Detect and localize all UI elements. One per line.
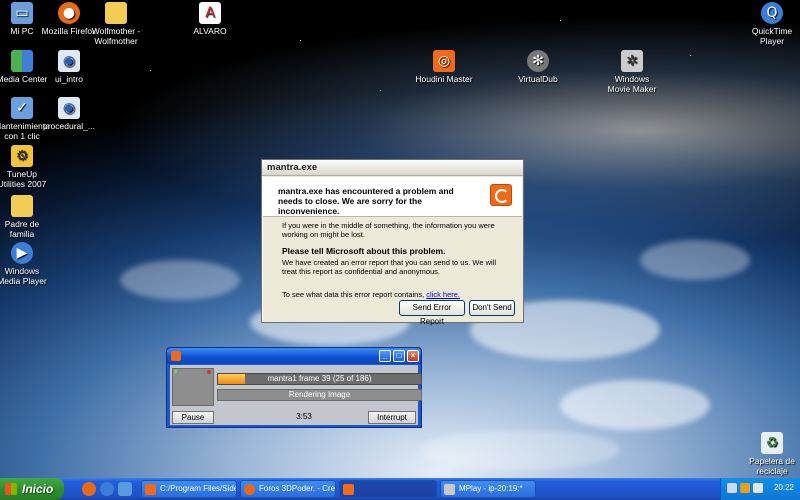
error-report-heading: Please tell Microsoft about this problem… — [282, 246, 446, 256]
dont-send-button[interactable]: Don't Send — [469, 300, 515, 316]
record-indicator-icon — [207, 370, 211, 374]
start-button[interactable]: Inicio — [0, 478, 64, 500]
shield-icon[interactable] — [740, 483, 750, 493]
movie-file-icon: ◉ — [58, 97, 80, 119]
taskbar-item-label: Foros 3DPoder. - Cre... — [259, 484, 336, 493]
quicklaunch-firefox-icon[interactable] — [82, 482, 96, 496]
error-see-data: To see what data this error report conta… — [282, 290, 512, 299]
taskbar-item-firefox[interactable]: Foros 3DPoder. - Cre... — [240, 480, 336, 498]
desktop-icon-houdini[interactable]: ◎ Houdini Master — [410, 50, 478, 84]
desktop-icon-procedural[interactable]: ◉ procedural_... — [35, 97, 103, 131]
desktop-icon-media-player[interactable]: ▶ Windows Media Player — [0, 242, 56, 286]
media-player-icon: ▶ — [11, 242, 33, 264]
close-button[interactable]: × — [407, 350, 419, 362]
desktop-icon-padre-de-familia[interactable]: Padre de familia — [0, 195, 56, 239]
taskbar-item-mantra[interactable] — [339, 480, 437, 498]
houdini-icon — [171, 351, 181, 361]
volume-icon[interactable] — [753, 483, 763, 493]
houdini-icon — [145, 484, 156, 495]
clock: 20:22 — [773, 483, 794, 492]
houdini-icon: ◎ — [433, 50, 455, 72]
desktop-icon-movie-maker[interactable]: ✲ Windows Movie Maker — [598, 50, 666, 94]
firefox-icon — [244, 484, 255, 495]
maximize-button[interactable]: □ — [393, 350, 405, 362]
windows-logo-icon — [5, 483, 17, 495]
render-progress-bar: mantra1 frame 39 (25 of 186) — [217, 373, 422, 385]
desktop-icon-virtualdub[interactable]: ✻ VirtualDub — [504, 50, 572, 84]
render-window-body: mantra1 frame 39 (25 of 186) Rendering I… — [170, 365, 422, 425]
taskbar-item-mplay[interactable]: MPlay - ip-20:19:* — [440, 480, 536, 498]
quicktime-icon: Q — [761, 2, 783, 24]
taskbar: Inicio C:/Program Files/Side... Foros 3D… — [0, 478, 800, 500]
error-dialog: mantra.exe mantra.exe has encountered a … — [261, 159, 524, 326]
movie-file-icon: ◉ — [58, 50, 80, 72]
desktop-icon-tuneup[interactable]: ⚙ TuneUp Utilities 2007 — [0, 145, 56, 189]
interrupt-button[interactable]: Interrupt — [368, 411, 416, 424]
render-progress-window: _ □ × mantra1 frame 39 (25 of 186) Rende… — [166, 347, 422, 428]
quicklaunch-explorer-icon[interactable] — [118, 482, 132, 496]
folder-icon — [105, 2, 127, 24]
maintenance-icon: ✓ — [11, 97, 33, 119]
render-thumbnail — [172, 368, 214, 406]
elapsed-time: 3:53 — [296, 412, 312, 421]
error-dialog-header: mantra.exe has encountered a problem and… — [263, 177, 522, 217]
render-progress-label: mantra1 frame 39 (25 of 186) — [267, 374, 372, 383]
houdini-icon — [343, 484, 354, 495]
pause-button[interactable]: Pause — [172, 411, 214, 424]
send-error-report-button[interactable]: Send Error Report — [399, 300, 465, 326]
error-see-data-text: To see what data this error report conta… — [282, 290, 427, 299]
mplay-icon — [444, 484, 455, 495]
movie-maker-icon: ✲ — [621, 50, 643, 72]
houdini-logo-icon — [490, 184, 512, 206]
click-here-link[interactable]: click here. — [426, 290, 460, 299]
quicklaunch-media-player-icon[interactable] — [100, 482, 114, 496]
error-dialog-body: If you were in the middle of something, … — [282, 221, 512, 299]
minimize-button[interactable]: _ — [379, 350, 391, 362]
media-center-icon — [11, 50, 33, 72]
render-window-titlebar[interactable]: _ □ × — [167, 348, 421, 364]
error-info-text: If you were in the middle of something, … — [282, 221, 495, 239]
desktop-icon-alvaro[interactable]: A ALVARO — [176, 2, 244, 36]
error-headline: mantra.exe has encountered a problem and… — [278, 186, 454, 216]
desktop-icon-quicktime[interactable]: Q QuickTime Player — [738, 2, 800, 46]
taskbar-item-label: MPlay - ip-20:19:* — [459, 484, 523, 493]
system-tray: 20:22 — [720, 478, 800, 500]
firefox-icon: ● — [58, 2, 80, 24]
virtualdub-icon: ✻ — [527, 50, 549, 72]
start-label: Inicio — [22, 482, 54, 496]
taskbar-item-file-explorer[interactable]: C:/Program Files/Side... — [141, 480, 237, 498]
pdf-document-icon: A — [199, 2, 221, 24]
folder-icon — [11, 195, 33, 217]
error-dialog-title: mantra.exe — [262, 160, 523, 176]
tuneup-icon: ⚙ — [11, 145, 33, 167]
status-indicator-icon — [174, 370, 177, 373]
recycle-bin-icon: ♻ — [761, 432, 783, 454]
taskbar-item-label: C:/Program Files/Side... — [160, 484, 237, 493]
my-computer-icon: ▭ — [11, 2, 33, 24]
desktop-icon-recycle-bin[interactable]: ♻ Papelera de reciclaje — [738, 432, 800, 476]
error-report-text: We have created an error report that you… — [282, 258, 496, 276]
desktop-icon-wolfmother[interactable]: Wolfmother - Wolfmother — [82, 2, 150, 46]
network-icon[interactable] — [727, 483, 737, 493]
render-status: Rendering Image — [217, 389, 422, 401]
desktop-icon-ui-intro[interactable]: ◉ ui_intro — [35, 50, 103, 84]
